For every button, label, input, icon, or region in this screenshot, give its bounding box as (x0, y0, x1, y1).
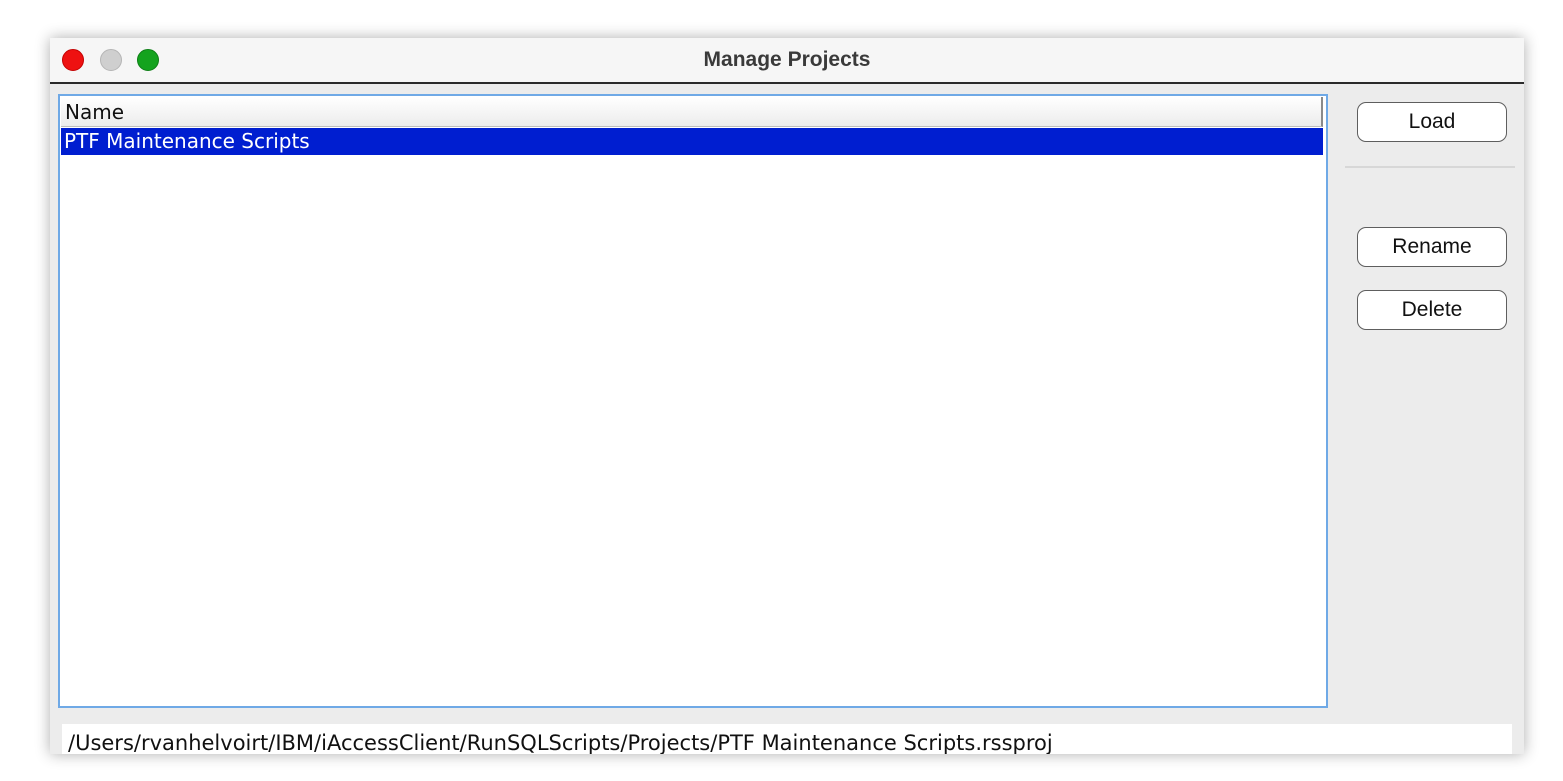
table-row[interactable]: PTF Maintenance Scripts (61, 128, 1323, 155)
name-column-header[interactable]: Name (61, 97, 1323, 127)
action-buttons: Load Rename Delete (1340, 94, 1520, 394)
rename-button[interactable]: Rename (1357, 227, 1507, 267)
project-path-field: /Users/rvanhelvoirt/IBM/iAccessClient/Ru… (62, 724, 1512, 754)
project-path-text: /Users/rvanhelvoirt/IBM/iAccessClient/Ru… (68, 731, 1053, 754)
manage-projects-window: Manage Projects Name PTF Maintenance Scr… (50, 38, 1524, 754)
window-title: Manage Projects (703, 48, 871, 71)
button-divider (1345, 166, 1515, 168)
delete-button[interactable]: Delete (1357, 290, 1507, 330)
load-button[interactable]: Load (1357, 102, 1507, 142)
name-column-header-label: Name (65, 100, 125, 124)
project-name-cell: PTF Maintenance Scripts (64, 129, 310, 153)
screen: Manage Projects Name PTF Maintenance Scr… (0, 0, 1563, 781)
title-bar[interactable]: Manage Projects (50, 38, 1524, 84)
projects-table[interactable]: Name PTF Maintenance Scripts (58, 94, 1328, 708)
